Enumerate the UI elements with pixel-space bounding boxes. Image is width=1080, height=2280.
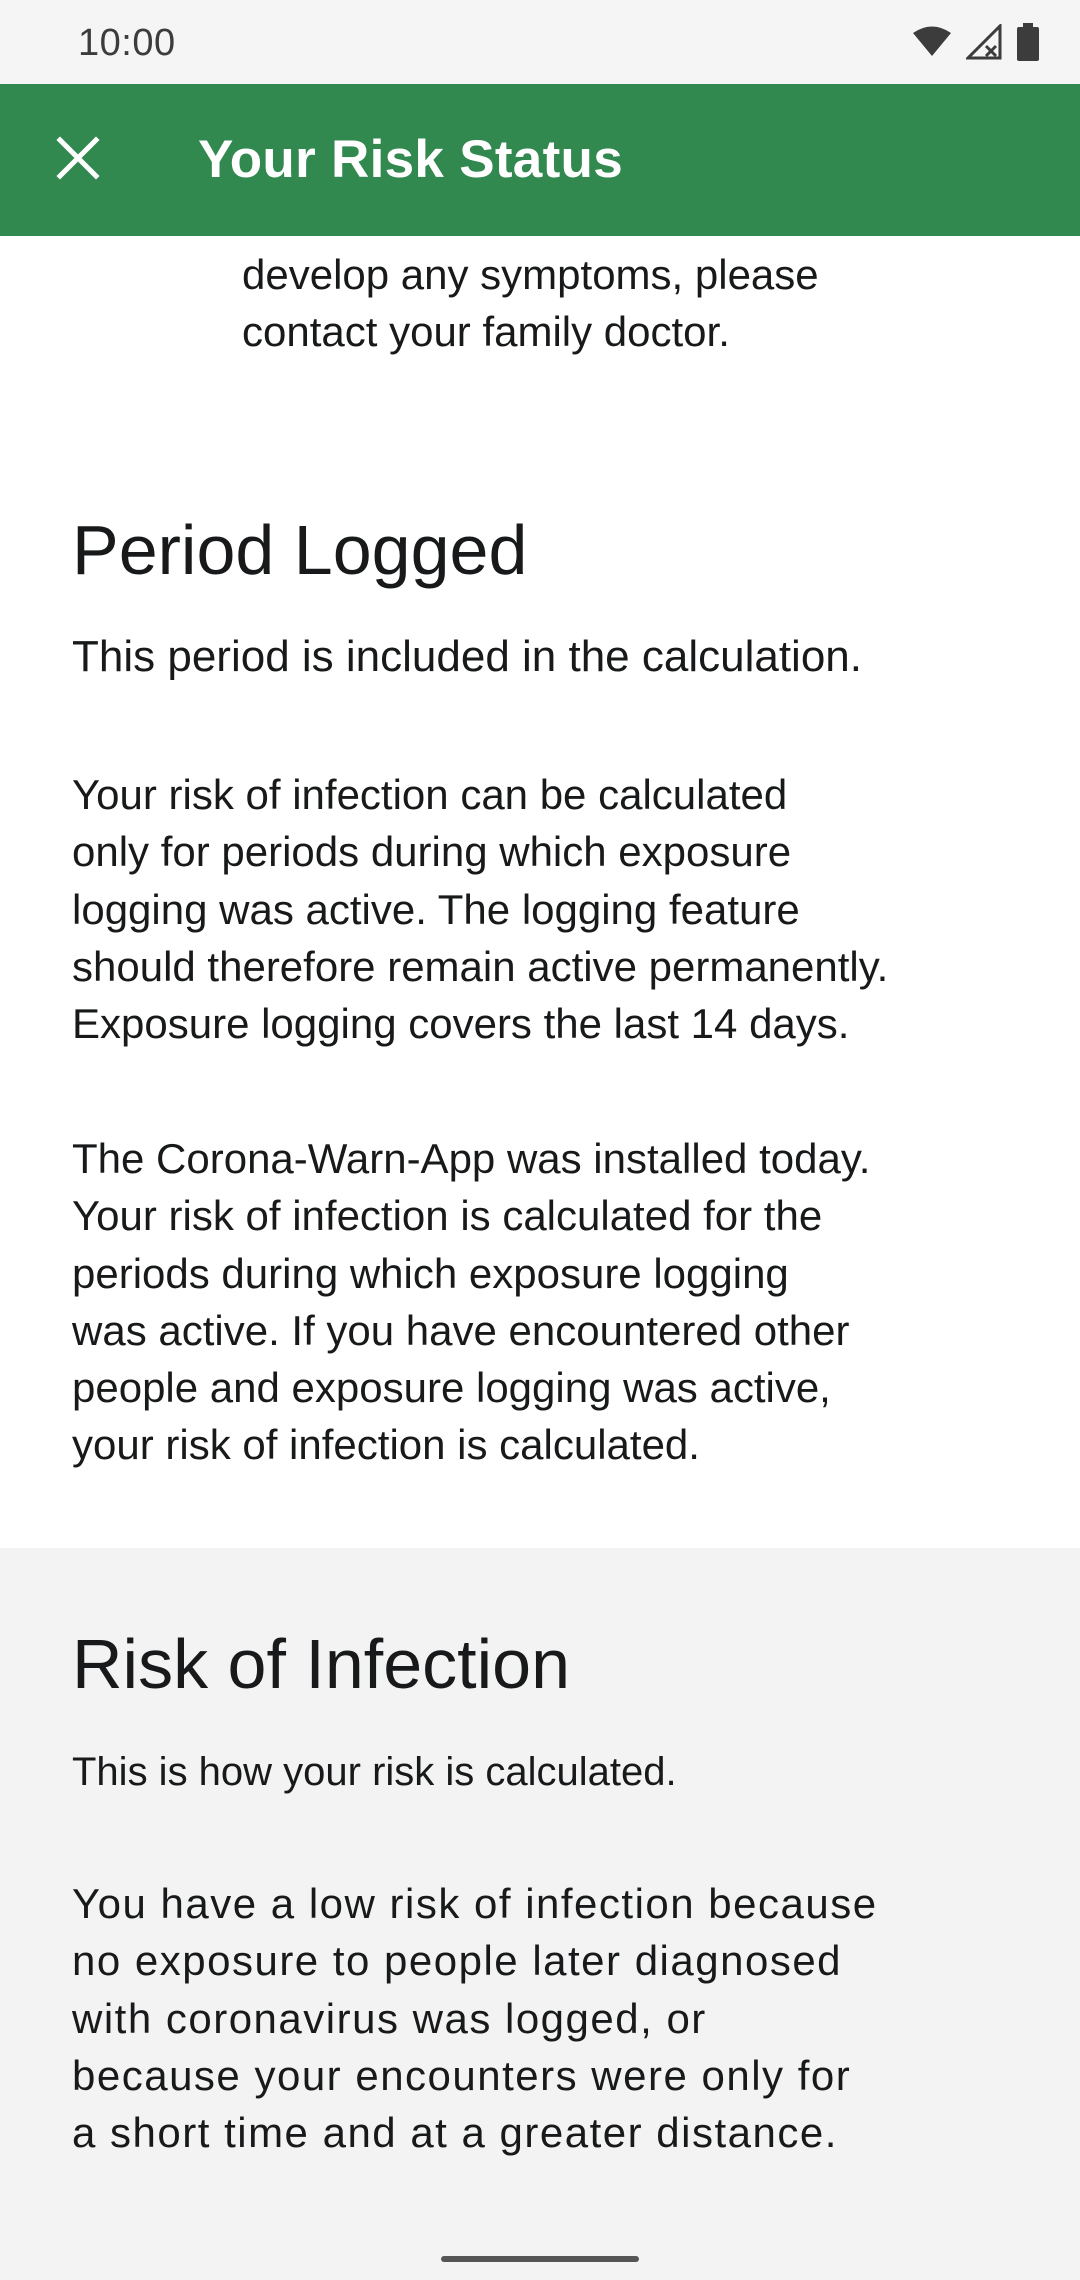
page-title: Your Risk Status bbox=[198, 130, 623, 189]
paragraph-line: Exposure logging covers the last 14 days… bbox=[72, 1000, 850, 1048]
paragraph-line: logging was active. The logging feature bbox=[72, 885, 800, 933]
risk-of-infection-paragraph: You have a low risk of infection because… bbox=[72, 1875, 1022, 2161]
status-icons bbox=[912, 22, 1040, 62]
paragraph-line: people and exposure logging was active, bbox=[72, 1364, 831, 1412]
period-logged-title: Period Logged bbox=[72, 511, 528, 589]
period-logged-paragraph-2: The Corona-Warn-App was installed today.… bbox=[72, 1130, 1022, 1474]
paragraph-line: periods during which exposure logging bbox=[72, 1249, 789, 1297]
partial-text-line: contact your family doctor. bbox=[242, 308, 730, 355]
wifi-icon bbox=[912, 26, 952, 58]
battery-icon bbox=[1016, 23, 1040, 61]
status-bar: 10:00 bbox=[0, 0, 1080, 84]
paragraph-line: was active. If you have encountered othe… bbox=[72, 1306, 850, 1354]
partial-text-line: develop any symptoms, please bbox=[242, 251, 819, 298]
paragraph-line: only for periods during which exposure bbox=[72, 828, 792, 876]
home-indicator[interactable] bbox=[441, 2256, 639, 2262]
status-time: 10:00 bbox=[78, 22, 176, 64]
paragraph-line: with coronavirus was logged, or bbox=[72, 1994, 707, 2042]
app-bar: Your Risk Status bbox=[0, 84, 1080, 236]
paragraph-line: a short time and at a greater distance. bbox=[72, 2109, 838, 2157]
paragraph-line: Your risk of infection can be calculated bbox=[72, 771, 788, 818]
close-button[interactable] bbox=[44, 126, 112, 194]
risk-of-infection-title: Risk of Infection bbox=[72, 1625, 570, 1703]
period-logged-paragraph-1: Your risk of infection can be calculated… bbox=[72, 766, 1022, 1052]
paragraph-line: You have a low risk of infection because bbox=[72, 1880, 878, 1927]
paragraph-line: Your risk of infection is calculated for… bbox=[72, 1192, 823, 1240]
paragraph-line: should therefore remain active permanent… bbox=[72, 942, 889, 990]
paragraph-line: because your encounters were only for bbox=[72, 2051, 852, 2099]
close-icon bbox=[56, 135, 100, 185]
risk-status-screen: 10:00 Your Risk Status develop any sympt… bbox=[0, 0, 1080, 2280]
period-logged-subtitle: This period is included in the calculati… bbox=[72, 632, 863, 681]
paragraph-line: no exposure to people later diagnosed bbox=[72, 1937, 843, 1985]
cellular-no-signal-icon bbox=[966, 24, 1002, 60]
risk-of-infection-subtitle: This is how your risk is calculated. bbox=[72, 1750, 677, 1794]
paragraph-line: The Corona-Warn-App was installed today. bbox=[72, 1135, 871, 1182]
paragraph-line: your risk of infection is calculated. bbox=[72, 1421, 700, 1469]
